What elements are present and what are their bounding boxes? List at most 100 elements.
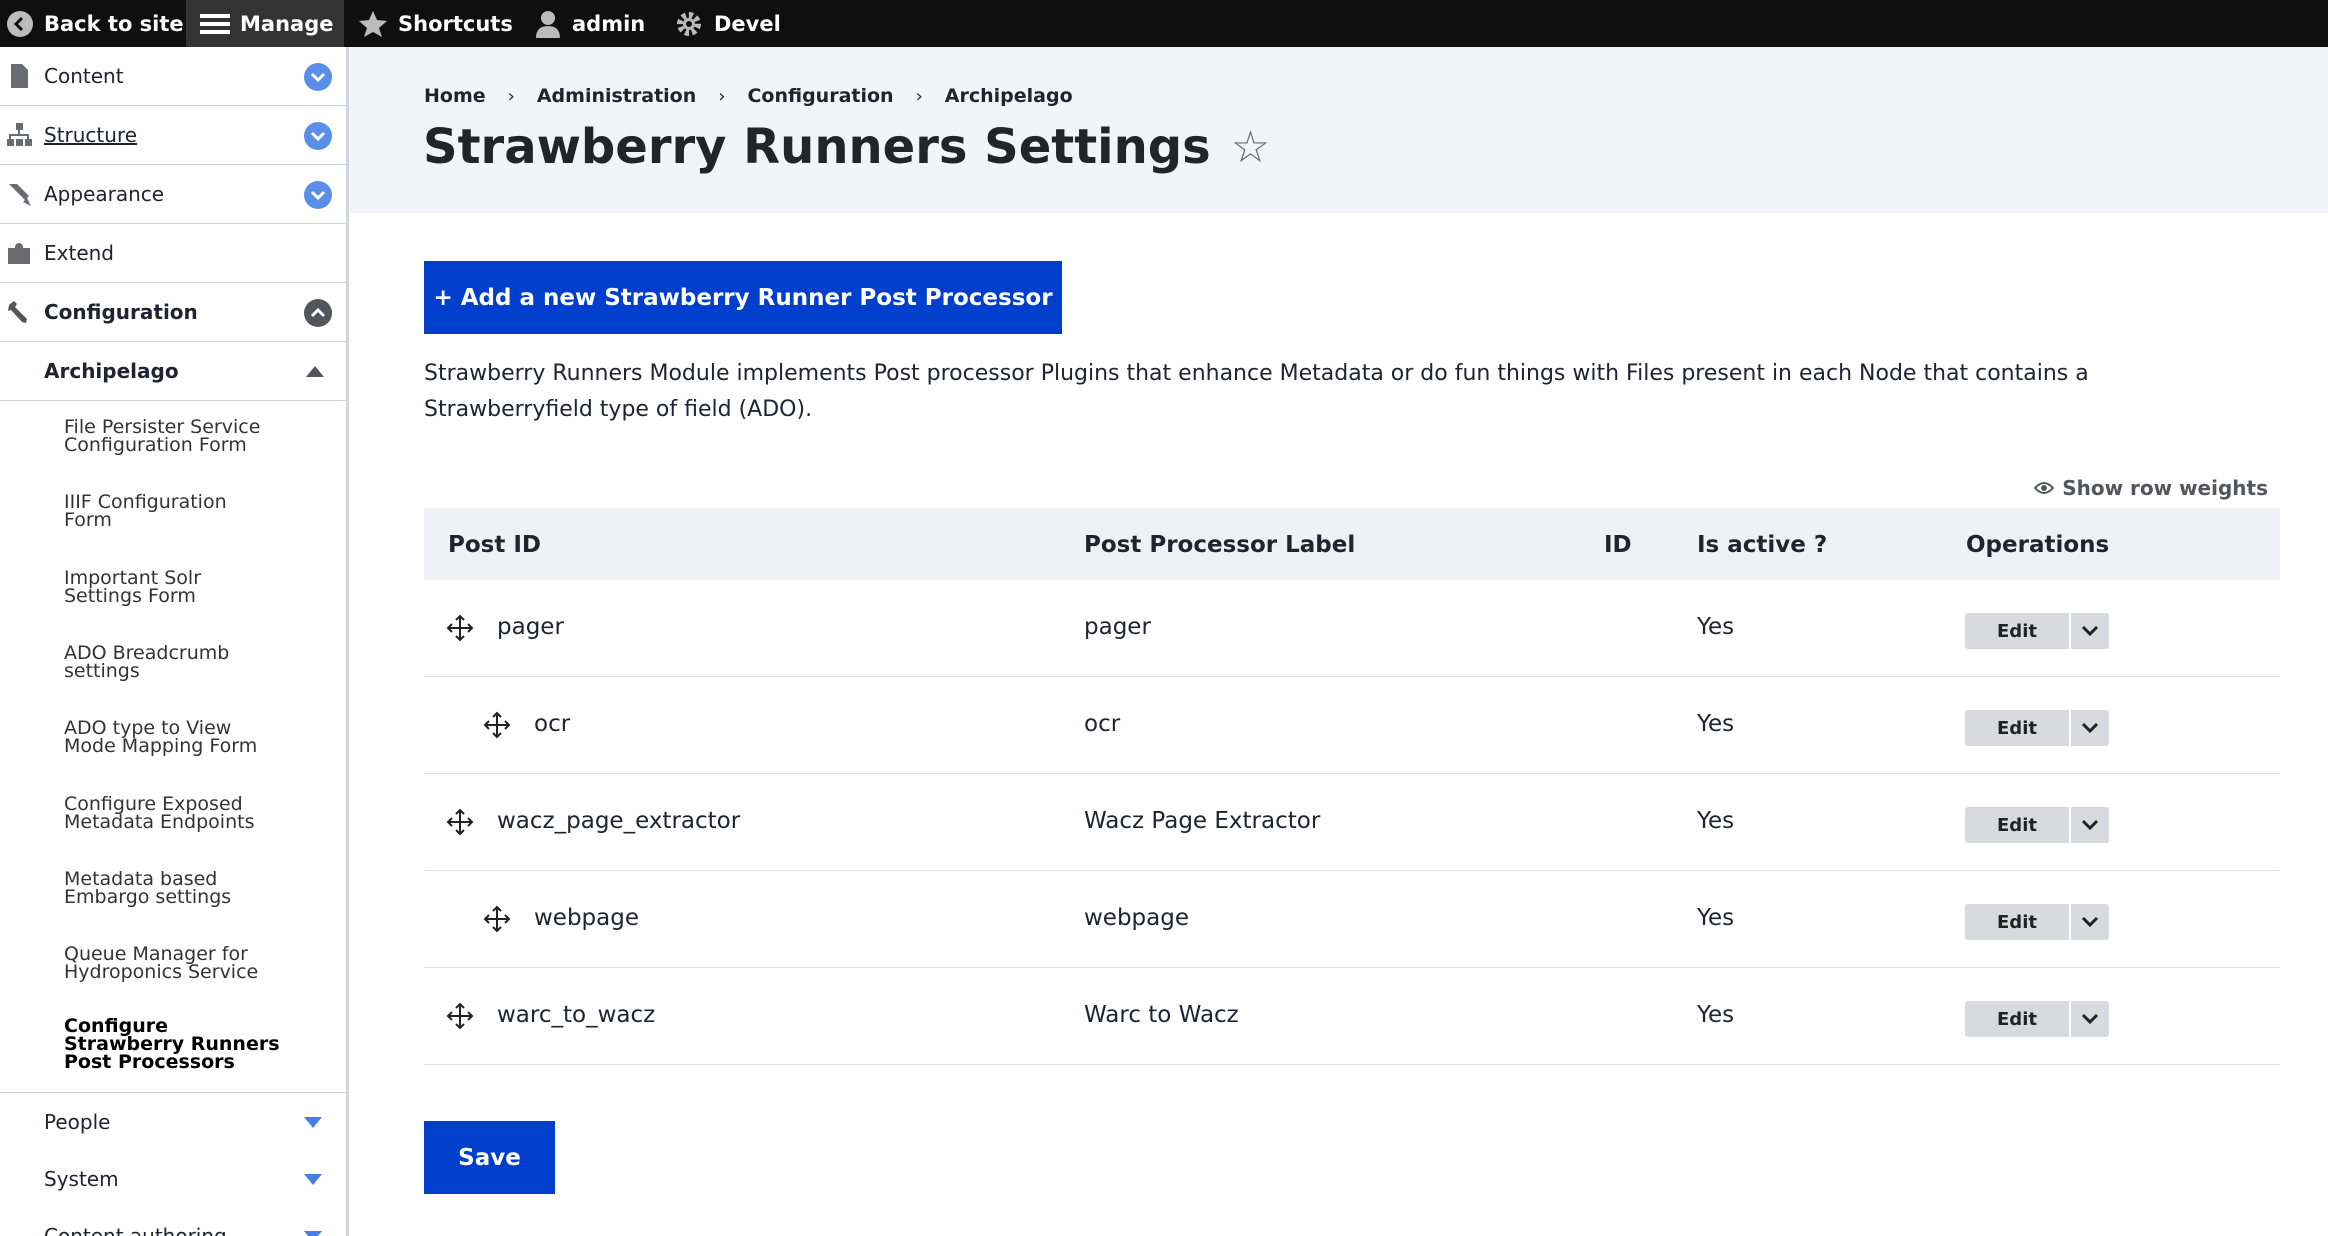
sidebar-item-label: Extend (44, 241, 114, 265)
link-line: Configuration Form (64, 434, 247, 456)
breadcrumb: Home › Administration › Configuration › … (424, 85, 1073, 107)
wrench-icon (8, 301, 27, 323)
column-header-label: Post Processor Label (1084, 532, 1356, 558)
drag-handle-icon[interactable] (483, 711, 511, 739)
cell-label: pager (1084, 614, 1151, 640)
structure-icon (7, 123, 32, 146)
admin-sidebar: Content Structure Appearance Extend Conf… (0, 47, 349, 1236)
sidebar-subheader-archipelago[interactable]: Archipelago (0, 342, 346, 401)
sidebar-subheader-label: Archipelago (44, 359, 179, 383)
shortcuts-tab[interactable]: Shortcuts (358, 0, 513, 47)
chevron-down-icon[interactable] (304, 122, 332, 150)
edit-button[interactable]: Edit (1965, 613, 2069, 649)
caret-down-icon[interactable] (304, 1174, 322, 1185)
sidebar-item-configuration[interactable]: Configuration (0, 283, 346, 342)
sidebar-link-metadata-endpoints[interactable]: Configure Exposed Metadata Endpoints (64, 795, 314, 833)
manage-tab[interactable]: Manage (186, 0, 344, 47)
cell-active: Yes (1697, 905, 1735, 931)
sidebar-item-people[interactable]: People (0, 1094, 346, 1150)
caret-up-icon[interactable] (306, 365, 324, 377)
edit-button[interactable]: Edit (1965, 710, 2069, 746)
cell-post-id: warc_to_wacz (497, 1002, 656, 1028)
sidebar-item-label: Content authoring (44, 1224, 227, 1236)
save-button[interactable]: Save (424, 1121, 555, 1194)
devel-tab[interactable]: Devel (674, 0, 781, 47)
link-line: Metadata Endpoints (64, 811, 255, 833)
caret-down-icon[interactable] (304, 1231, 322, 1236)
sidebar-item-content-authoring[interactable]: Content authoring (0, 1208, 346, 1236)
sidebar-item-label: People (44, 1110, 111, 1134)
cell-label: Warc to Wacz (1084, 1002, 1239, 1028)
chevron-down-icon[interactable] (2071, 613, 2109, 649)
link-line: Embargo settings (64, 886, 232, 908)
user-label: admin (572, 11, 646, 36)
back-to-site-link[interactable]: Back to site (6, 0, 184, 47)
sidebar-item-label: Structure (44, 123, 138, 147)
edit-button[interactable]: Edit (1965, 1001, 2069, 1037)
document-icon (11, 64, 28, 88)
shortcut-star-icon[interactable]: ☆ (1231, 122, 1270, 173)
cell-active: Yes (1697, 614, 1735, 640)
table-row: wacz_page_extractor Wacz Page Extractor … (424, 774, 2280, 871)
breadcrumb-home[interactable]: Home (424, 85, 486, 107)
breadcrumb-administration[interactable]: Administration (537, 85, 696, 107)
sidebar-item-system[interactable]: System (0, 1151, 346, 1207)
page-title: Strawberry Runners Settings (423, 119, 1211, 175)
drag-handle-icon[interactable] (446, 1002, 474, 1030)
breadcrumb-archipelago[interactable]: Archipelago (945, 85, 1073, 107)
manage-label: Manage (240, 11, 334, 36)
sidebar-item-extend[interactable]: Extend (0, 224, 346, 283)
add-post-processor-button[interactable]: + Add a new Strawberry Runner Post Proce… (424, 261, 1062, 334)
operations-dropbutton: Edit (1965, 613, 2109, 649)
sidebar-item-label: System (44, 1167, 119, 1191)
gear-icon (677, 11, 701, 36)
link-line: Mode Mapping Form (64, 735, 258, 757)
user-icon (536, 10, 560, 38)
sidebar-link-solr-settings[interactable]: Important Solr Settings Form (64, 569, 314, 607)
user-tab[interactable]: admin (534, 0, 645, 47)
drag-handle-icon[interactable] (483, 905, 511, 933)
link-line: Hydroponics Service (64, 961, 259, 983)
drag-handle-icon[interactable] (446, 614, 474, 642)
breadcrumb-configuration[interactable]: Configuration (747, 85, 893, 107)
table-row: ocr ocr Yes Edit (424, 677, 2280, 774)
shortcuts-label: Shortcuts (398, 11, 513, 36)
chevron-down-icon[interactable] (2071, 904, 2109, 940)
chevron-up-icon[interactable] (304, 299, 332, 327)
link-line: Settings Form (64, 585, 196, 607)
chevron-down-icon[interactable] (304, 63, 332, 91)
edit-button[interactable]: Edit (1965, 807, 2069, 843)
operations-dropbutton: Edit (1965, 904, 2109, 940)
show-row-weights-link[interactable]: Show row weights (2034, 476, 2268, 500)
edit-button[interactable]: Edit (1965, 904, 2069, 940)
column-header-active: Is active ? (1697, 532, 1828, 558)
chevron-down-icon[interactable] (2071, 807, 2109, 843)
sidebar-item-label: Appearance (44, 182, 165, 206)
sidebar-link-queue-manager[interactable]: Queue Manager for Hydroponics Service (64, 945, 314, 983)
link-line: Post Processors (64, 1051, 235, 1073)
puzzle-icon (8, 243, 30, 264)
star-icon (359, 10, 387, 37)
caret-down-icon[interactable] (304, 1117, 322, 1128)
cell-label: webpage (1084, 905, 1190, 931)
sidebar-link-embargo-settings[interactable]: Metadata based Embargo settings (64, 870, 314, 908)
sidebar-item-content[interactable]: Content (0, 47, 346, 106)
hamburger-icon (200, 13, 230, 34)
sidebar-item-appearance[interactable]: Appearance (0, 165, 346, 224)
cell-post-id: webpage (534, 905, 640, 931)
sidebar-link-strawberry-runners[interactable]: Configure Strawberry Runners Post Proces… (64, 1017, 314, 1073)
chevron-down-icon[interactable] (2071, 710, 2109, 746)
page-description: Strawberry Runners Module implements Pos… (424, 361, 2089, 422)
column-header-post-id: Post ID (448, 532, 541, 558)
drag-handle-icon[interactable] (446, 808, 474, 836)
admin-toolbar: Back to site Manage Shortcuts admin Deve… (0, 0, 2328, 47)
sidebar-link-ado-breadcrumb[interactable]: ADO Breadcrumb settings (64, 644, 314, 681)
sidebar-link-iiif-configuration[interactable]: IIIF Configuration Form (64, 493, 314, 530)
sidebar-link-file-persister[interactable]: File Persister Service Configuration For… (64, 418, 314, 456)
chevron-down-icon[interactable] (304, 181, 332, 209)
sidebar-link-ado-view-mode[interactable]: ADO type to View Mode Mapping Form (64, 719, 314, 757)
chevron-down-icon[interactable] (2071, 1001, 2109, 1037)
sidebar-item-structure[interactable]: Structure (0, 106, 346, 165)
table-row: warc_to_wacz Warc to Wacz Yes Edit (424, 968, 2280, 1065)
cell-active: Yes (1697, 1002, 1735, 1028)
